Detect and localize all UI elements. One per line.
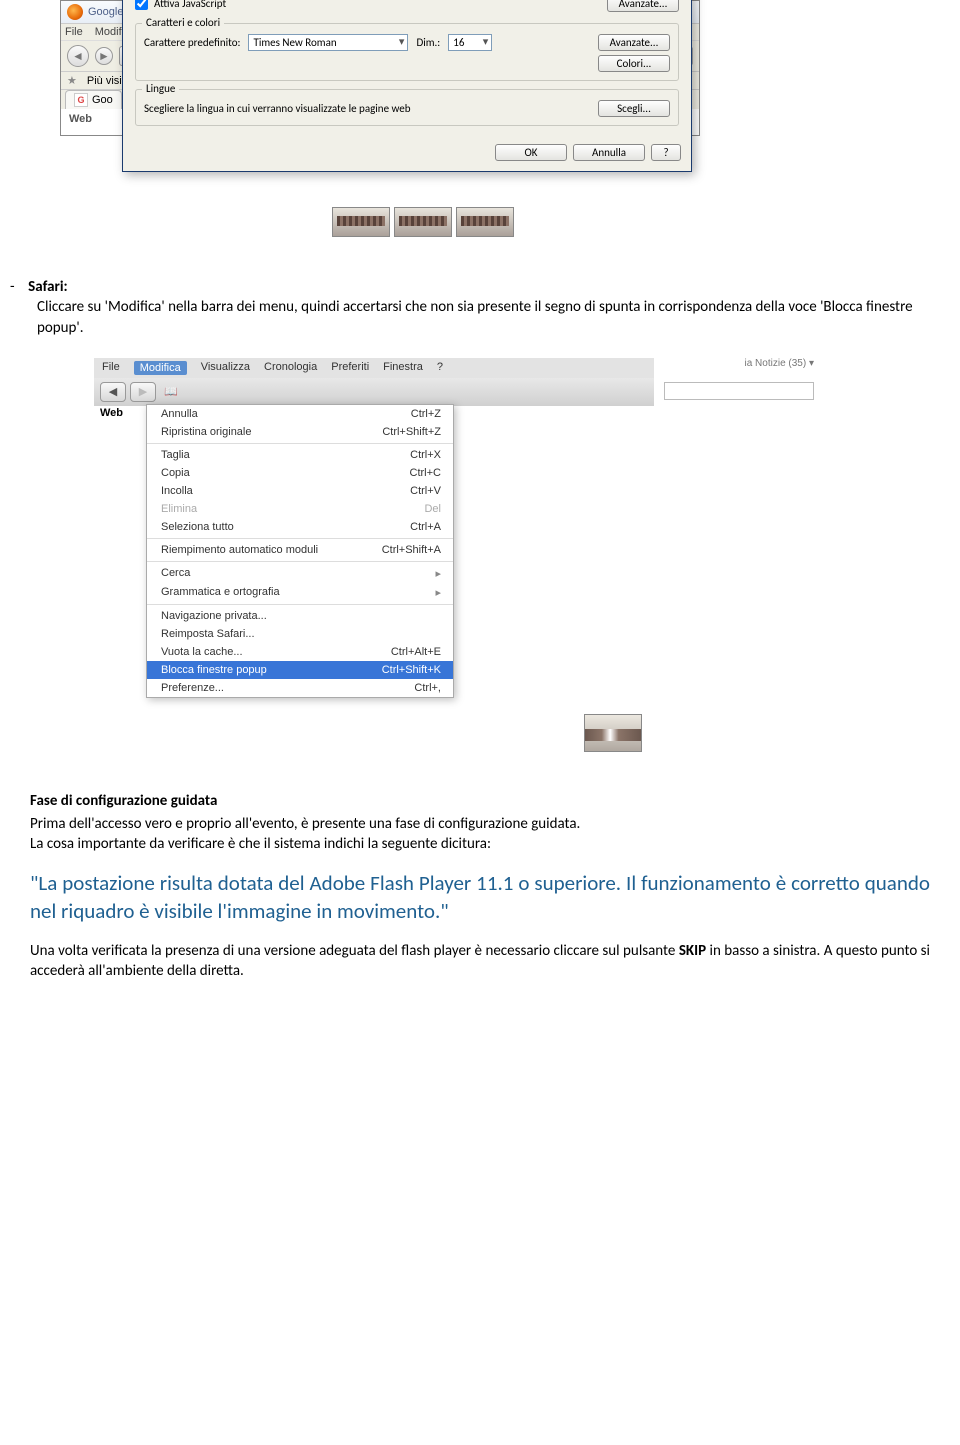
dd-separator [147,443,453,444]
book-icon: 📖 [164,385,178,398]
tabs-right-text: ia Notizie (35) ▾ [745,358,815,369]
firefox-icon [67,4,83,20]
cancel-button[interactable]: Annulla [573,144,645,161]
dd-ripristina[interactable]: Ripristina originaleCtrl+Shift+Z [147,423,453,441]
dd-vuota-cache[interactable]: Vuota la cache...Ctrl+Alt+E [147,643,453,661]
bookmark-star-icon: ★ [67,74,77,87]
safari-heading: Safari: [28,278,67,296]
thumbnail-image [456,207,514,237]
tab-label: Goo [92,94,113,106]
thumbnail-image [332,207,390,237]
config-heading: Fase di configurazione guidata [30,792,930,810]
languages-fieldset: Lingue Scegliere la lingua in cui verran… [135,89,679,126]
tab-favicon: G [74,93,88,107]
dd-seleziona-tutto[interactable]: Seleziona tuttoCtrl+A [147,518,453,536]
dd-separator [147,604,453,605]
thumbnail-image [584,714,642,752]
font-row: Carattere predefinito: Times New Roman D… [144,34,670,51]
dd-blocca-popup[interactable]: Blocca finestre popupCtrl+Shift+K [147,661,453,679]
url-field-stub [664,382,814,400]
fonts-advanced-button[interactable]: Avanzate... [598,34,670,51]
dd-riempimento[interactable]: Riempimento automatico moduliCtrl+Shift+… [147,541,453,559]
dd-navigazione-privata[interactable]: Navigazione privata... [147,607,453,625]
languages-text: Scegliere la lingua in cui verranno visu… [144,102,411,115]
chevron-right-icon: ▸ [435,586,441,599]
js-advanced-button[interactable]: Avanzate... [607,0,679,12]
javascript-label: Attiva JavaScript [154,0,226,10]
languages-row: Scegliere la lingua in cui verranno visu… [144,100,670,117]
dd-elimina: EliminaDel [147,500,453,518]
config-p2: La cosa importante da verificare è che i… [30,834,930,854]
web-nav-label: Web [69,113,92,125]
config-p1: Prima dell'accesso vero e proprio all'ev… [30,814,930,834]
menu-file[interactable]: File [65,26,83,38]
choose-language-button[interactable]: Scegli... [598,100,670,117]
javascript-row: Attiva JavaScript Avanzate... [135,0,679,15]
dialog-footer: OK Annulla ? [123,134,691,171]
colors-button[interactable]: Colori... [598,55,670,72]
safari-window: File Modifica Visualizza Cronologia Pref… [94,358,654,698]
dd-reimposta[interactable]: Reimposta Safari... [147,625,453,643]
menu-cronologia[interactable]: Cronologia [264,361,317,375]
chevron-right-icon: ▸ [435,567,441,580]
menu-file[interactable]: File [102,361,120,375]
ok-button[interactable]: OK [495,144,567,161]
fonts-fieldset: Caratteri e colori Carattere predefinito… [135,23,679,81]
menu-preferiti[interactable]: Preferiti [331,361,369,375]
fonts-legend: Caratteri e colori [142,16,224,29]
back-button[interactable]: ◄ [67,45,89,67]
dialog-body: Blocca le finestre pop-up Eccezioni... C… [123,0,691,134]
safari-toolbar: ◀ ▶ 📖 ia Notizie (35) ▾ [94,378,654,406]
thumbnail-image [394,207,452,237]
forward-button[interactable]: ▶ [130,382,156,402]
options-dialog: Opzioni X 🗂Generale 🗔Schede 📄Contenuti 📋… [122,0,692,172]
config-p3: Una volta verificata la presenza di una … [30,941,930,982]
dd-incolla[interactable]: IncollaCtrl+V [147,482,453,500]
dd-preferenze[interactable]: Preferenze...Ctrl+, [147,679,453,697]
languages-legend: Lingue [142,82,179,95]
size-label: Dim.: [416,36,440,49]
default-font-label: Carattere predefinito: [144,36,240,49]
web-label: Web [100,407,123,419]
config-quote: "La postazione risulta dotata del Adobe … [30,870,930,925]
dd-cerca[interactable]: Cerca▸ [147,564,453,583]
menu-help[interactable]: ? [437,361,443,375]
back-button[interactable]: ◀ [100,382,126,402]
dd-separator [147,561,453,562]
dd-grammatica[interactable]: Grammatica e ortografia▸ [147,583,453,602]
safari-instruction-text: Cliccare su 'Modifica' nella barra dei m… [37,297,930,338]
dd-annulla[interactable]: AnnullaCtrl+Z [147,405,453,423]
config-section: Fase di configurazione guidata Prima del… [30,792,930,982]
menu-visualizza[interactable]: Visualizza [201,361,250,375]
safari-instructions: - Safari: Cliccare su 'Modifica' nella b… [10,277,930,338]
forward-button[interactable]: ► [95,47,113,65]
dd-separator [147,538,453,539]
javascript-checkbox[interactable] [135,0,148,10]
menu-finestra[interactable]: Finestra [383,361,423,375]
colors-row: Colori... [144,55,670,72]
font-select[interactable]: Times New Roman [248,34,408,51]
browser-tab[interactable]: G Goo [65,90,122,109]
modifica-dropdown: AnnullaCtrl+Z Ripristina originaleCtrl+S… [146,404,454,698]
menu-modifica[interactable]: Modifica [134,361,187,375]
thumbnail-strip [332,207,930,237]
size-select[interactable]: 16 [448,34,492,51]
dd-taglia[interactable]: TagliaCtrl+X [147,446,453,464]
help-button[interactable]: ? [651,144,681,161]
dd-copia[interactable]: CopiaCtrl+C [147,464,453,482]
safari-menu-bar: File Modifica Visualizza Cronologia Pref… [94,358,654,378]
